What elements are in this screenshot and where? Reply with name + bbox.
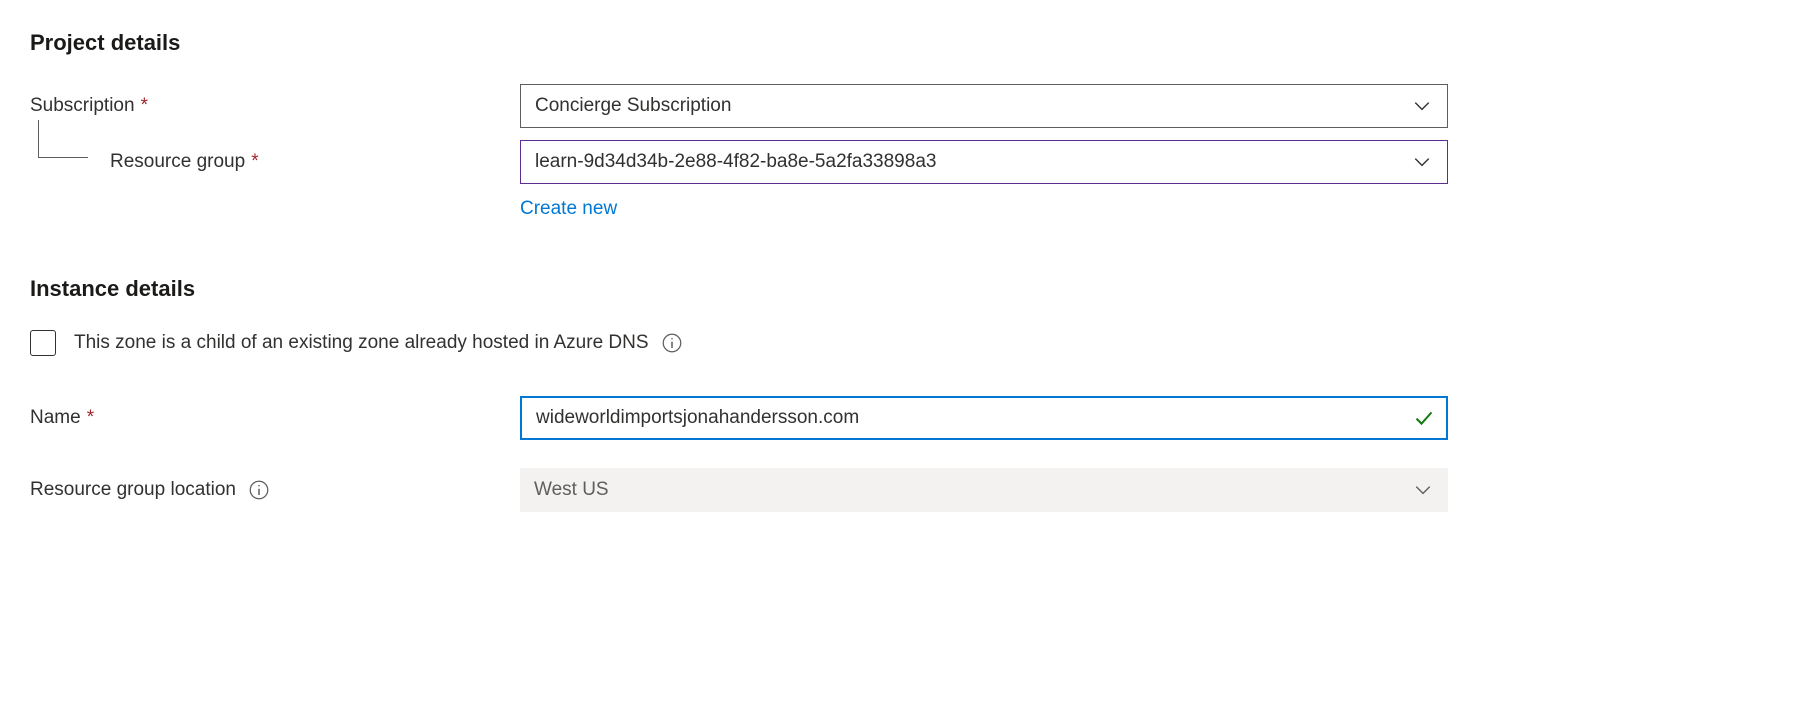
subscription-select[interactable]: Concierge Subscription bbox=[520, 84, 1448, 128]
required-indicator: * bbox=[87, 407, 94, 429]
resource-group-value: learn-9d34d34b-2e88-4f82-ba8e-5a2fa33898… bbox=[535, 151, 936, 173]
name-input[interactable] bbox=[520, 396, 1448, 440]
child-zone-row: This zone is a child of an existing zone… bbox=[30, 330, 1765, 356]
name-label-text: Name bbox=[30, 407, 81, 429]
chevron-down-icon bbox=[1413, 97, 1431, 115]
resource-group-label-text: Resource group bbox=[110, 151, 245, 173]
subscription-row: Subscription * Concierge Subscription bbox=[30, 84, 1765, 128]
location-select: West US bbox=[520, 468, 1448, 512]
info-icon[interactable] bbox=[248, 479, 270, 501]
name-label: Name * bbox=[30, 396, 520, 440]
info-icon[interactable] bbox=[661, 332, 683, 354]
instance-details-heading: Instance details bbox=[30, 276, 1765, 302]
location-label: Resource group location bbox=[30, 468, 520, 512]
name-row: Name * bbox=[30, 396, 1765, 440]
subscription-label: Subscription * bbox=[30, 84, 520, 128]
resource-group-select[interactable]: learn-9d34d34b-2e88-4f82-ba8e-5a2fa33898… bbox=[520, 140, 1448, 184]
create-new-link[interactable]: Create new bbox=[520, 198, 617, 220]
location-label-text: Resource group location bbox=[30, 479, 236, 501]
location-value: West US bbox=[534, 479, 609, 501]
subscription-label-text: Subscription bbox=[30, 95, 135, 117]
required-indicator: * bbox=[141, 95, 148, 117]
chevron-down-icon bbox=[1413, 153, 1431, 171]
chevron-down-icon bbox=[1414, 481, 1432, 499]
subscription-value: Concierge Subscription bbox=[535, 95, 731, 117]
resource-group-label: Resource group * bbox=[30, 140, 520, 184]
project-details-heading: Project details bbox=[30, 30, 1765, 56]
child-zone-label: This zone is a child of an existing zone… bbox=[74, 332, 649, 354]
required-indicator: * bbox=[251, 151, 258, 173]
resource-group-row: Resource group * learn-9d34d34b-2e88-4f8… bbox=[30, 140, 1765, 220]
child-zone-checkbox[interactable] bbox=[30, 330, 56, 356]
location-row: Resource group location West US bbox=[30, 468, 1765, 512]
